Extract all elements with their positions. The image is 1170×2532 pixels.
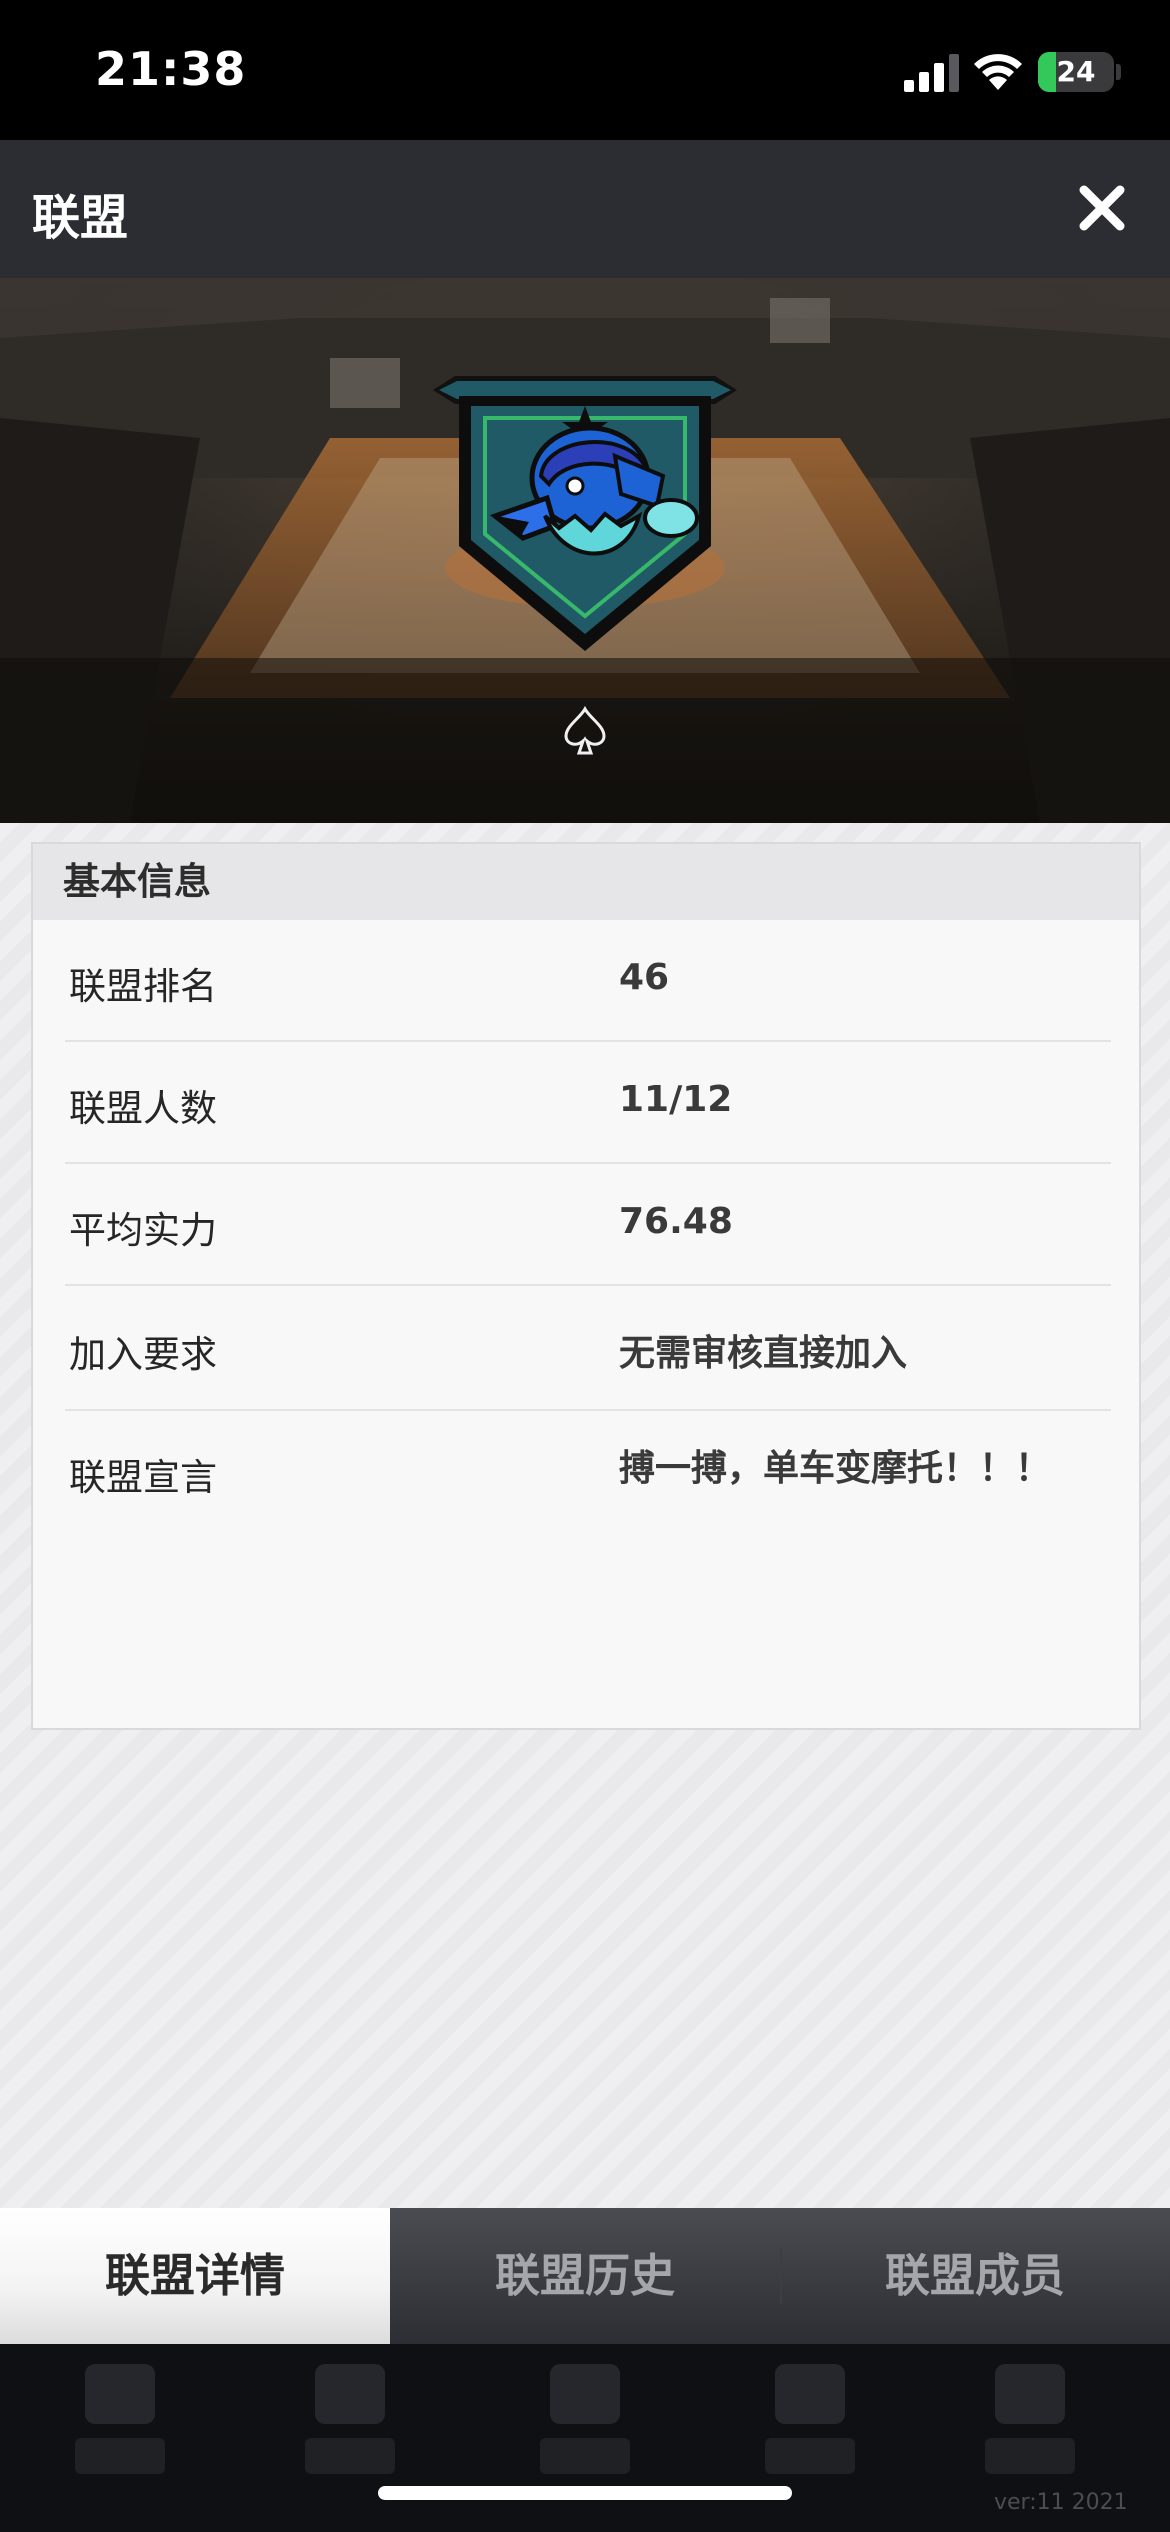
nav-label-placeholder	[765, 2438, 855, 2474]
tab-alliance-details[interactable]: 联盟详情	[0, 2208, 390, 2344]
basic-info-card: 基本信息 联盟排名 46 联盟人数 11/12 平均实力 76.48 加入要求 …	[31, 842, 1141, 1730]
info-label: 联盟宣言	[69, 1456, 217, 1499]
info-label: 加入要求	[69, 1333, 217, 1376]
app-header: 联盟	[0, 140, 1170, 278]
nav-item	[530, 2364, 640, 2494]
version-label: ver:11 2021	[994, 2490, 1128, 2515]
info-label: 平均实力	[69, 1209, 217, 1252]
page-title: 联盟	[32, 190, 129, 246]
hero-banner	[0, 278, 1170, 823]
tab-alliance-members[interactable]: 联盟成员	[780, 2208, 1170, 2344]
info-row-members: 联盟人数 11/12	[65, 1042, 1111, 1164]
info-value: 11/12	[619, 1079, 733, 1120]
nav-label-placeholder	[305, 2438, 395, 2474]
info-row-rank: 联盟排名 46	[65, 920, 1111, 1042]
info-row-join-requirement: 加入要求 无需审核直接加入	[65, 1286, 1111, 1411]
status-bar: 21:38 24	[0, 0, 1170, 140]
status-time: 21:38	[95, 42, 247, 96]
battery-icon: 24	[1038, 52, 1114, 92]
nav-icon	[775, 2364, 845, 2424]
nav-label-placeholder	[985, 2438, 1075, 2474]
info-value: 76.48	[619, 1201, 733, 1242]
nav-item	[975, 2364, 1085, 2494]
nav-icon	[85, 2364, 155, 2424]
wifi-icon	[974, 54, 1022, 90]
info-value: 46	[619, 957, 670, 998]
battery-level: 24	[1056, 55, 1096, 88]
spade-icon	[564, 706, 606, 755]
nav-item	[65, 2364, 175, 2494]
nav-icon	[315, 2364, 385, 2424]
info-row-declaration: 联盟宣言 搏一搏，单车变摩托！！！	[65, 1411, 1111, 1611]
nav-item	[755, 2364, 865, 2494]
nav-label-placeholder	[75, 2438, 165, 2474]
info-value: 无需审核直接加入	[619, 1333, 908, 1374]
tab-alliance-history[interactable]: 联盟历史	[390, 2208, 780, 2344]
nav-item	[295, 2364, 405, 2494]
eagle-shield-logo	[433, 376, 737, 651]
tab-bar: 联盟详情 联盟历史 联盟成员	[0, 2208, 1170, 2344]
nav-label-placeholder	[540, 2438, 630, 2474]
nav-icon	[995, 2364, 1065, 2424]
home-indicator[interactable]	[378, 2486, 792, 2500]
info-label: 联盟人数	[69, 1087, 217, 1130]
signal-icon	[904, 54, 959, 92]
card-title: 基本信息	[33, 844, 1139, 920]
nav-icon	[550, 2364, 620, 2424]
info-label: 联盟排名	[69, 965, 217, 1008]
close-icon[interactable]	[1070, 176, 1134, 240]
info-value: 搏一搏，单车变摩托！！！	[619, 1448, 1052, 1489]
battery-tip	[1116, 64, 1121, 80]
info-row-average-strength: 平均实力 76.48	[65, 1164, 1111, 1286]
